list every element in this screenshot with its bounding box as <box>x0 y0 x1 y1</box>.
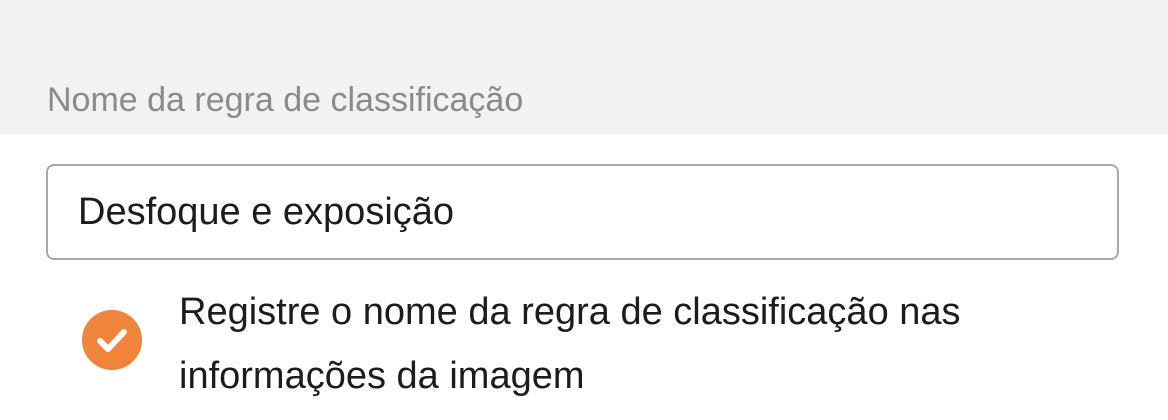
record-rule-name-option[interactable]: Registre o nome da regra de classificaçã… <box>0 280 1168 410</box>
record-rule-name-label: Registre o nome da regra de classificaçã… <box>179 291 961 397</box>
rule-name-page: Nome da regra de classificação Registre … <box>0 0 1168 420</box>
section-title: Nome da regra de classificação <box>47 81 524 119</box>
rule-name-input[interactable] <box>46 164 1119 260</box>
section-header: Nome da regra de classificação <box>0 0 1168 134</box>
checkmark-circle-icon[interactable] <box>82 310 142 370</box>
